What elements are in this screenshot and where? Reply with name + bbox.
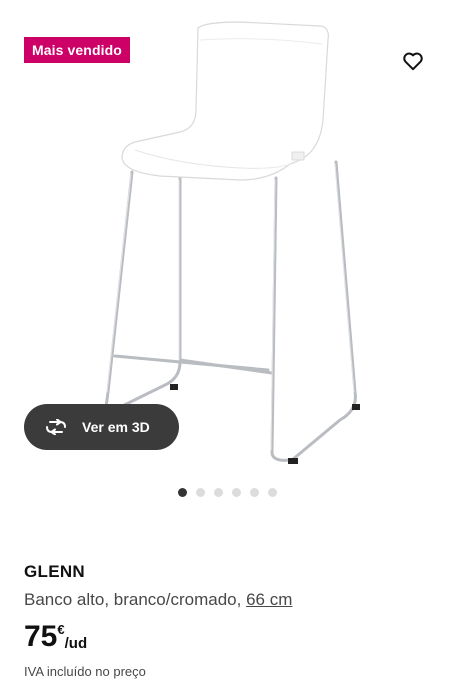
- product-name[interactable]: GLENN: [24, 562, 444, 582]
- view-in-3d-button[interactable]: Ver em 3D: [24, 404, 179, 450]
- heart-icon: [403, 52, 423, 71]
- product-description: Banco alto, branco/cromado, 66 cm: [24, 590, 444, 610]
- rotate-3d-icon: [44, 418, 68, 436]
- price-currency: €: [57, 622, 65, 637]
- vat-note: IVA incluído no preço: [24, 664, 146, 679]
- carousel-dot[interactable]: [250, 488, 259, 497]
- product-price: 75 € /ud: [24, 622, 444, 652]
- price-integer: 75: [24, 620, 58, 653]
- favorite-button[interactable]: [399, 47, 427, 75]
- product-info: GLENN Banco alto, branco/cromado, 66 cm …: [24, 562, 444, 679]
- carousel-dot[interactable]: [178, 488, 187, 497]
- carousel-dot[interactable]: [214, 488, 223, 497]
- price-unit: /ud: [64, 635, 88, 652]
- carousel-dot[interactable]: [268, 488, 277, 497]
- product-description-text: Banco alto, branco/cromado,: [24, 590, 242, 609]
- carousel-dot[interactable]: [232, 488, 241, 497]
- bestseller-badge: Mais vendido: [24, 37, 130, 63]
- carousel-pagination: [178, 488, 277, 497]
- carousel-dot[interactable]: [196, 488, 205, 497]
- view-in-3d-label: Ver em 3D: [82, 419, 150, 435]
- product-size-link[interactable]: 66 cm: [246, 590, 292, 609]
